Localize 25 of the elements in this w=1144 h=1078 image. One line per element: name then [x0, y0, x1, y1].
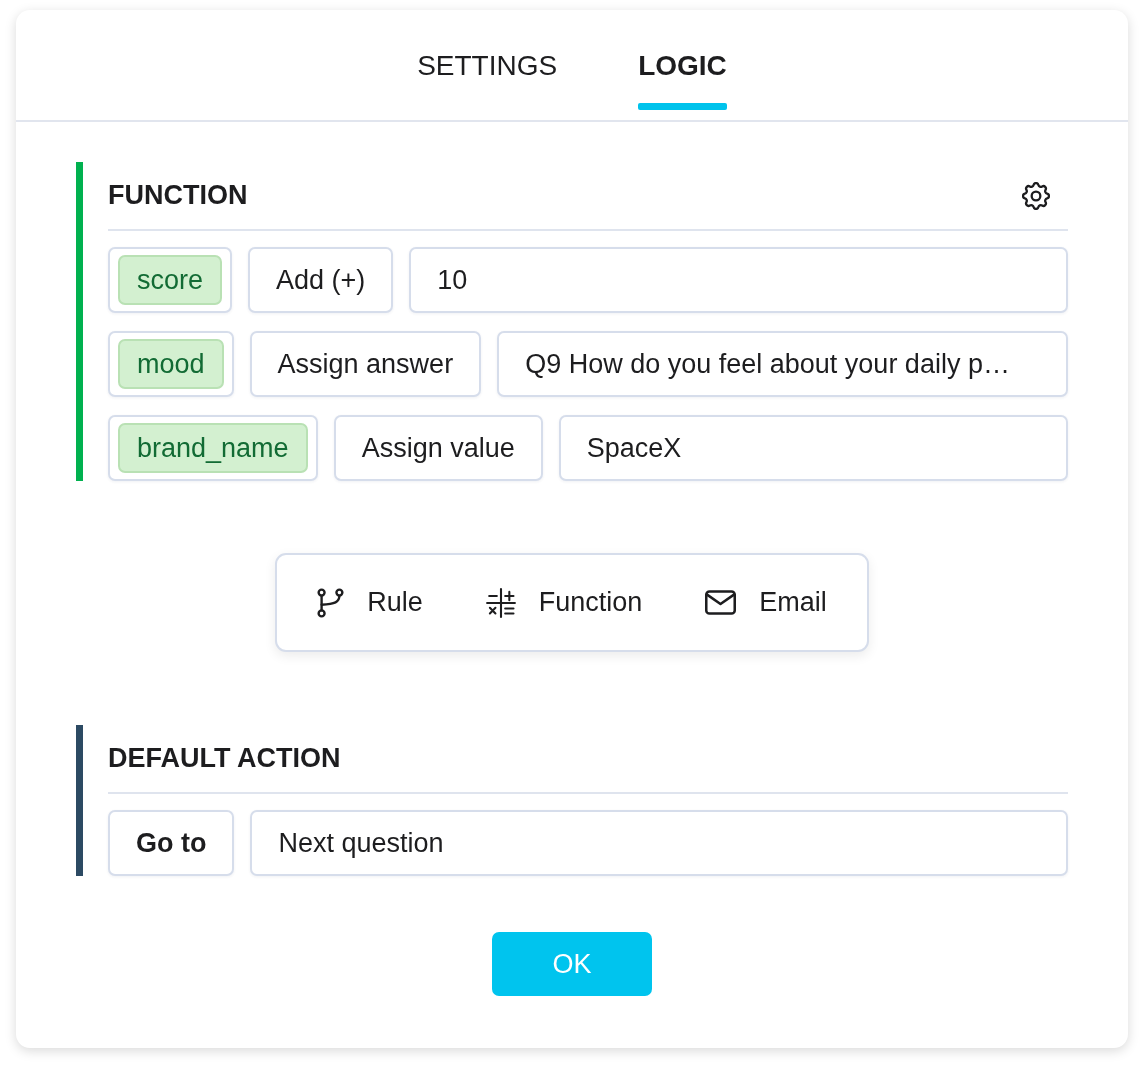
function-button[interactable]: Function — [485, 587, 643, 618]
variable-field[interactable]: brand_name — [108, 415, 318, 481]
math-signs-icon — [485, 587, 516, 618]
variable-field[interactable]: score — [108, 247, 233, 313]
settings-icon[interactable] — [1022, 181, 1050, 210]
variable-field[interactable]: mood — [108, 331, 234, 397]
variable-tag: mood — [118, 339, 224, 389]
envelope-icon — [705, 590, 737, 615]
section-title: DEFAULT ACTION — [108, 743, 341, 774]
tab[interactable]: SETTINGS — [417, 10, 558, 120]
branch-icon — [317, 587, 345, 618]
operation-select[interactable]: Add (+) — [248, 247, 394, 313]
value-field[interactable]: SpaceX — [558, 415, 1068, 481]
email-button[interactable]: Email — [705, 587, 827, 618]
variable-tag: score — [118, 255, 223, 305]
target-select[interactable]: Next question — [250, 810, 1068, 876]
variable-tag: brand_name — [118, 423, 308, 473]
value-field[interactable]: 10 — [409, 247, 1068, 313]
section-title: FUNCTION — [108, 180, 248, 211]
operation-select[interactable]: Assign answer — [249, 331, 482, 397]
tab[interactable]: LOGIC — [638, 10, 727, 120]
operation-select[interactable]: Assign value — [333, 415, 543, 481]
action-select[interactable]: Go to — [108, 810, 235, 876]
rule-button[interactable]: Rule — [317, 587, 423, 618]
value-field[interactable]: Q9 How do you feel about your daily p… — [497, 331, 1068, 397]
